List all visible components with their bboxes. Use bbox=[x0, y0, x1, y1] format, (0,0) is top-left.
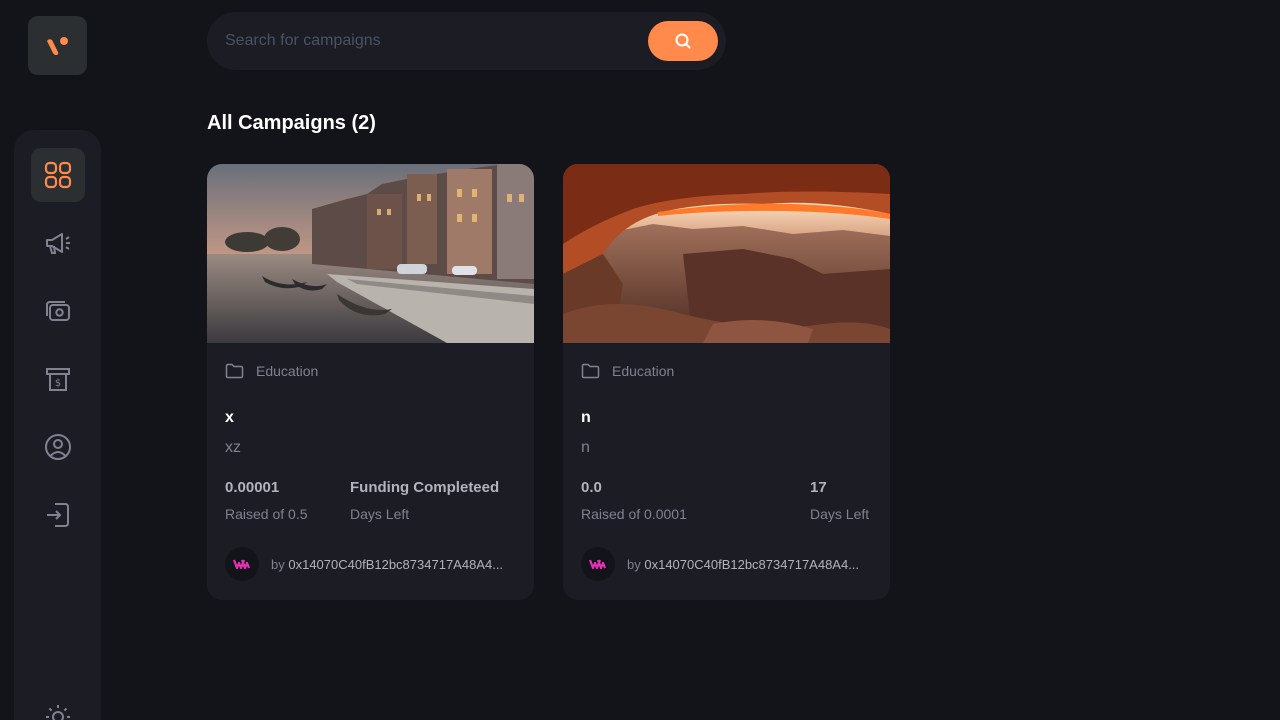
campaign-card[interactable]: Education n n 0.0 Raised of 0.0001 17 Da… bbox=[563, 164, 890, 600]
dashboard-grid-icon bbox=[44, 161, 72, 189]
owner-logo-icon bbox=[233, 559, 251, 569]
card-body: Education x xz 0.00001 Raised of 0.5 Fun… bbox=[207, 343, 534, 600]
sidebar-item-dashboard[interactable] bbox=[31, 148, 85, 202]
search-icon bbox=[675, 33, 691, 49]
target-label: Raised of 0.0001 bbox=[581, 506, 687, 522]
megaphone-icon bbox=[46, 233, 70, 254]
theme-toggle[interactable] bbox=[31, 690, 85, 720]
sun-icon bbox=[46, 705, 70, 720]
page-title: All Campaigns (2) bbox=[207, 112, 376, 134]
profile-icon bbox=[45, 434, 71, 460]
owner-row: by 0x14070C40fB12bc8734717A48A4... bbox=[225, 547, 503, 581]
sidebar-item-logout[interactable] bbox=[31, 488, 85, 542]
avatar bbox=[581, 547, 615, 581]
campaign-title: n bbox=[581, 409, 591, 426]
app-root: $ Search for campaigns All Campaigns (2)… bbox=[0, 0, 1280, 720]
target-label: Raised of 0.5 bbox=[225, 506, 308, 522]
avatar bbox=[225, 547, 259, 581]
sidebar-item-withdraw[interactable]: $ bbox=[31, 352, 85, 406]
category-label: Education bbox=[612, 363, 675, 379]
owner-prefix: by bbox=[627, 556, 641, 572]
category-label: Education bbox=[256, 363, 319, 379]
days-left-label: Days Left bbox=[810, 506, 870, 522]
campaign-image bbox=[207, 164, 534, 343]
owner-logo-icon bbox=[589, 559, 607, 569]
sidebar-item-profile[interactable] bbox=[31, 420, 85, 474]
svg-text:$: $ bbox=[55, 378, 61, 389]
category-row: Education bbox=[225, 363, 318, 379]
card-body: Education n n 0.0 Raised of 0.0001 17 Da… bbox=[563, 343, 890, 600]
owner-address: 0x14070C40fB12bc8734717A48A4... bbox=[644, 556, 860, 572]
category-row: Education bbox=[581, 363, 674, 379]
days-left-value: 17 bbox=[810, 479, 827, 496]
days-left-value: Funding Completeed bbox=[350, 479, 500, 496]
owner-row: by 0x14070C40fB12bc8734717A48A4... bbox=[581, 547, 859, 581]
amount-collected: 0.00001 bbox=[225, 479, 280, 496]
campaign-card[interactable]: Education x xz 0.00001 Raised of 0.5 Fun… bbox=[207, 164, 534, 600]
owner-prefix: by bbox=[271, 556, 285, 572]
folder-icon bbox=[581, 363, 600, 379]
search-button[interactable] bbox=[648, 21, 718, 61]
campaign-description: xz bbox=[225, 439, 241, 456]
money-icon bbox=[46, 301, 70, 321]
logo[interactable] bbox=[28, 16, 87, 75]
campaign-description: n bbox=[581, 439, 590, 456]
sidebar-item-campaign[interactable] bbox=[31, 216, 85, 270]
sidebar: $ bbox=[14, 130, 101, 720]
search-input[interactable] bbox=[225, 32, 648, 50]
sidebar-item-payment[interactable] bbox=[31, 284, 85, 338]
days-left-label: Days Left bbox=[350, 506, 410, 522]
search-bar bbox=[207, 12, 726, 70]
amount-collected: 0.0 bbox=[581, 479, 602, 496]
owner-address: 0x14070C40fB12bc8734717A48A4... bbox=[288, 556, 504, 572]
campaign-title: x bbox=[225, 409, 234, 426]
owner-text: by 0x14070C40fB12bc8734717A48A4... bbox=[627, 557, 859, 572]
owner-text: by 0x14070C40fB12bc8734717A48A4... bbox=[271, 557, 503, 572]
campaign-image bbox=[563, 164, 890, 343]
logo-icon bbox=[46, 36, 68, 55]
logout-icon bbox=[47, 503, 69, 527]
withdraw-icon: $ bbox=[46, 368, 70, 391]
folder-icon bbox=[225, 363, 244, 379]
